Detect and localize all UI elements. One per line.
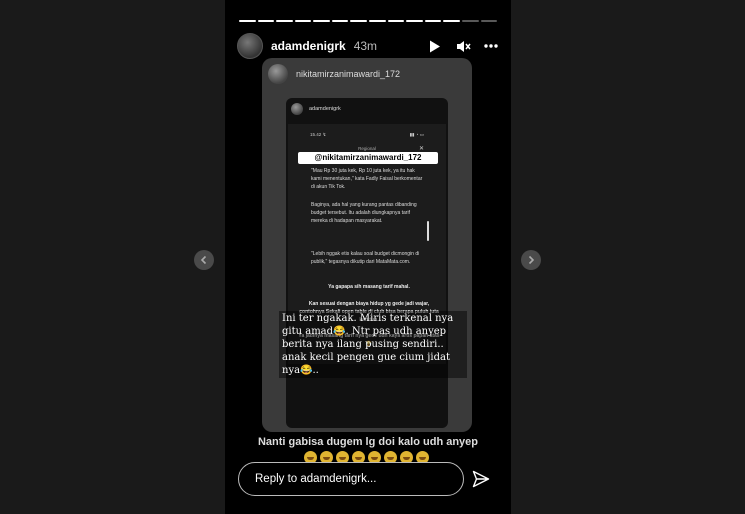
play-button[interactable] [427, 38, 443, 54]
progress-segment [331, 20, 349, 22]
send-button[interactable] [472, 470, 490, 488]
chevron-left-icon [200, 255, 207, 265]
article-paragraph: "Mau Rp 30 juta kek, Rp 10 juta kek, ya … [311, 168, 423, 190]
story-progress-bar [239, 20, 498, 22]
status-icons: ▮▮ ◔ ▭ [409, 132, 424, 137]
previous-story-button[interactable] [194, 250, 214, 270]
progress-segment [461, 20, 479, 22]
progress-segment [424, 20, 442, 22]
inner-story-screenshot: adamdenigrk 15.42 ↯ ▮▮ ◔ ▭ Regional ✕ @n… [286, 98, 448, 428]
progress-segment [294, 20, 312, 22]
inner-username: adamdenigrk [309, 106, 341, 112]
story-time: 43m [353, 39, 378, 53]
progress-segment [313, 20, 330, 22]
send-icon [472, 470, 490, 488]
comment-line: Ya gapapa sih masang tarif mahal. [328, 284, 410, 290]
progress-segment [369, 20, 386, 22]
story-caption: Nanti gabisa dugem lg doi kalo udh anyep [257, 436, 479, 448]
progress-segment [480, 20, 498, 22]
mention-sticker: @nikitamirzanimawardi_172 [298, 152, 438, 164]
avatar[interactable] [237, 33, 263, 59]
progress-segment [239, 20, 256, 22]
more-icon [484, 44, 498, 48]
avatar [291, 103, 303, 115]
more-options-button[interactable] [483, 38, 499, 54]
play-icon [430, 40, 440, 52]
reply-placeholder: Reply to adamdenigrk... [255, 473, 377, 485]
next-story-button[interactable] [521, 250, 541, 270]
reply-input[interactable]: Reply to adamdenigrk... [238, 462, 464, 496]
reshared-story-card[interactable]: nikitamirzanimawardi_172 adamdenigrk 15.… [262, 58, 472, 432]
progress-segment [387, 20, 405, 22]
scrollbar [427, 221, 429, 241]
reshared-username[interactable]: nikitamirzanimawardi_172 [296, 69, 400, 79]
progress-segment [257, 20, 275, 22]
speaker-muted-icon [456, 40, 471, 52]
close-icon: ✕ [418, 146, 424, 152]
status-time: 15.42 ↯ [310, 132, 327, 137]
mute-button[interactable] [455, 38, 471, 54]
progress-segment [350, 20, 368, 22]
article-paragraph: "Lebih nggak etis kalau soal budget dicm… [311, 251, 420, 265]
story-username[interactable]: adamdenigrk [271, 39, 346, 53]
progress-segment [406, 20, 423, 22]
overlay-text: Ini ter ngakak. Miris terkenal nya gitu … [279, 311, 467, 378]
article-paragraph: Baginya, ada hal yang kurang pantas diba… [311, 202, 417, 224]
story-header: adamdenigrk 43m [237, 33, 499, 59]
chevron-right-icon [528, 255, 535, 265]
progress-segment [276, 20, 293, 22]
progress-segment [443, 20, 460, 22]
avatar [268, 64, 288, 84]
story-viewer: adamdenigrk 43m nikitamirzanimawardi_172… [225, 0, 511, 514]
